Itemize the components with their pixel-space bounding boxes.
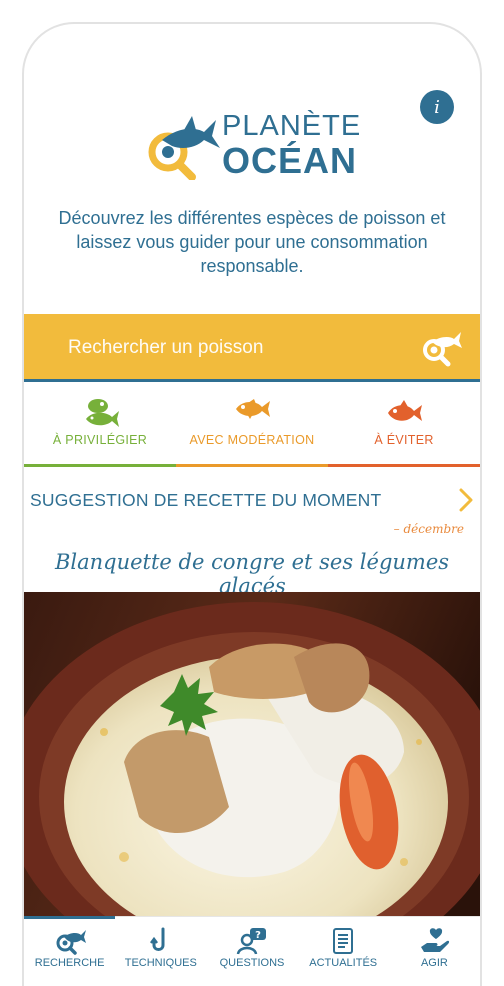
category-underline (328, 464, 480, 467)
app-screen: i PLANÈTE OCÉAN Découvrez les différente… (22, 22, 482, 986)
search-bar (24, 314, 480, 382)
svg-text:?: ? (255, 930, 261, 941)
tab-recherche[interactable]: RECHERCHE (24, 916, 116, 986)
green-fish-icon (86, 399, 119, 427)
orange-fish-icon (236, 399, 270, 419)
recipe-title[interactable]: Blanquette de congre et ses légumes glac… (24, 550, 480, 598)
logo-title-line2: OCÉAN (222, 140, 358, 181)
category-label: À ÉVITER (374, 433, 434, 447)
red-fish-icon (388, 400, 422, 421)
tab-techniques[interactable]: TECHNIQUES (115, 917, 206, 986)
category-label: À PRIVILÉGIER (52, 433, 148, 447)
suggestion-title: SUGGESTION DE RECETTE DU MOMENT (30, 490, 382, 510)
hook-icon (149, 927, 165, 951)
bottom-tab-bar: RECHERCHE TECHNIQUES ? QUESTIONS ACTUALI… (24, 916, 480, 986)
tab-label: TECHNIQUES (124, 957, 197, 969)
app-logo: PLANÈTE OCÉAN (142, 110, 362, 180)
category-underline (24, 464, 176, 467)
tab-label: QUESTIONS (219, 957, 285, 969)
fish-search-icon[interactable] (418, 326, 462, 368)
info-button[interactable]: i (420, 90, 454, 124)
tab-questions[interactable]: ? QUESTIONS (206, 917, 297, 986)
category-selector: À PRIVILÉGIER AVEC MODÉRATION À ÉVITER (24, 385, 480, 467)
question-icon: ? (236, 928, 266, 955)
category-label: AVEC MODÉRATION (189, 433, 315, 447)
news-icon (333, 928, 354, 954)
tab-label: ACTUALITÉS (309, 957, 378, 969)
search-fish-icon (56, 930, 86, 955)
category-eviter[interactable]: À ÉVITER (328, 385, 480, 467)
recipe-suggestion-header[interactable]: SUGGESTION DE RECETTE DU MOMENT (24, 484, 480, 518)
category-underline (176, 464, 328, 467)
info-icon: i (434, 96, 440, 118)
tab-actualites[interactable]: ACTUALITÉS (298, 917, 389, 986)
category-moderation[interactable]: AVEC MODÉRATION (176, 385, 328, 467)
recipe-photo[interactable] (24, 592, 480, 916)
logo-title-line1: PLANÈTE (222, 110, 362, 142)
recipe-month: – décembre (393, 522, 464, 536)
tab-label: RECHERCHE (34, 957, 105, 969)
recipe-image (24, 592, 480, 916)
tab-agir[interactable]: AGIR (389, 917, 480, 986)
intro-text: Découvrez les différentes espèces de poi… (58, 208, 446, 276)
search-input[interactable] (68, 332, 408, 364)
heart-hand-icon (421, 928, 450, 952)
tab-label: AGIR (420, 957, 448, 969)
chevron-right-icon[interactable] (458, 488, 474, 512)
category-privilegier[interactable]: À PRIVILÉGIER (24, 385, 176, 467)
logo-fish-magnifier-icon (148, 116, 220, 180)
